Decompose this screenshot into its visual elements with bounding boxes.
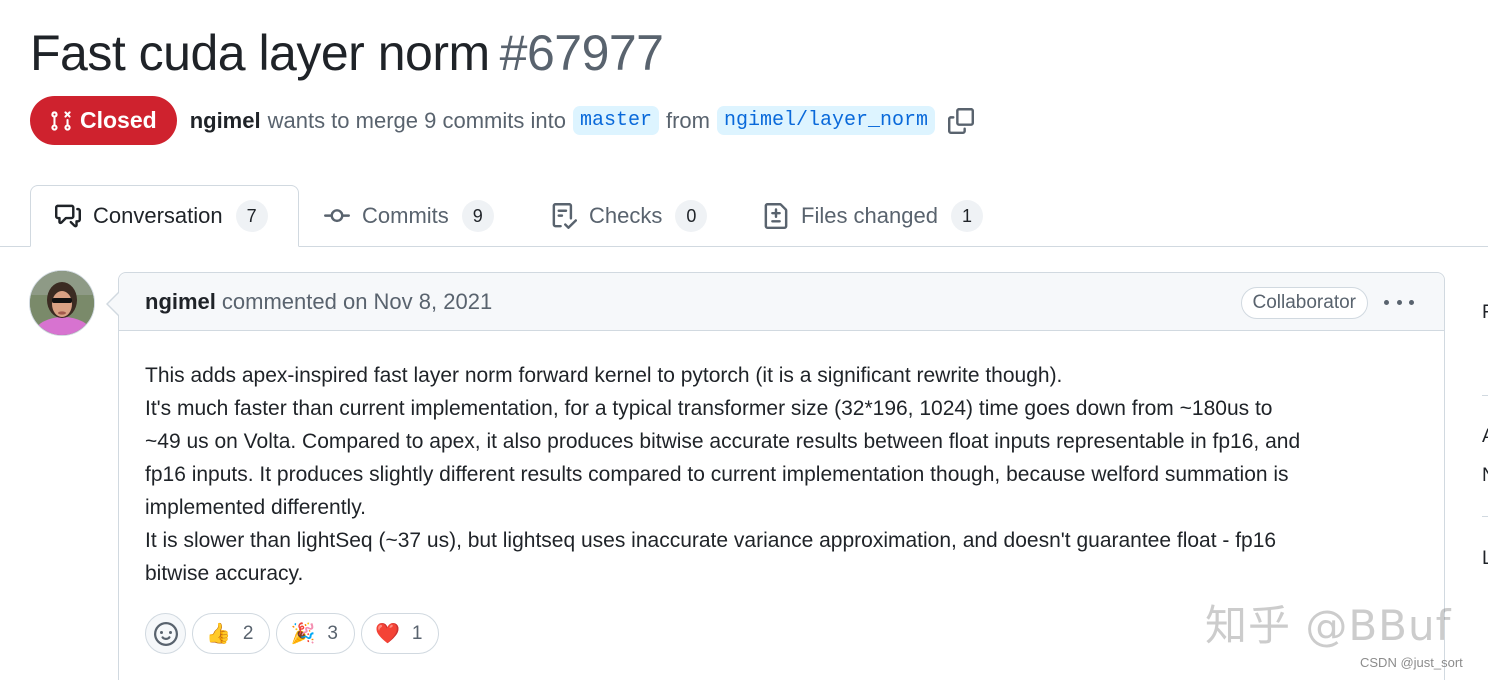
pr-author-link[interactable]: ngimel — [190, 108, 261, 134]
base-branch-link[interactable]: master — [572, 106, 659, 135]
tab-commits-label: Commits — [362, 203, 449, 228]
comment-line: It is slower than lightSeq (~37 us), but… — [145, 529, 1277, 552]
git-commit-icon — [324, 203, 350, 229]
comment-body: This adds apex-inspired fast layer norm … — [145, 359, 1425, 590]
checklist-icon — [551, 203, 577, 229]
heart-icon: ❤️ — [374, 623, 400, 645]
reaction-count: 3 — [327, 622, 338, 644]
thumbs-up-icon: 👍 — [206, 623, 231, 645]
reaction-hooray[interactable]: 🎉 3 — [276, 613, 355, 654]
copy-icon[interactable] — [948, 107, 974, 134]
pr-meta-row: Closed ngimel wants to merge 9 commits i… — [30, 96, 974, 145]
sidebar-partial-char: L — [1482, 548, 1488, 569]
tab-files-changed-label: Files changed — [801, 203, 938, 228]
watermark-csdn: CSDN @just_sort — [1360, 655, 1463, 670]
tab-files-changed-count: 1 — [950, 200, 983, 232]
pr-number: #67977 — [499, 25, 664, 81]
tab-commits[interactable]: Commits 9 — [324, 185, 494, 247]
comment-line: fp16 inputs. It produces slightly differ… — [145, 463, 1289, 486]
pr-title-text: Fast cuda layer norm — [30, 25, 490, 81]
sidebar-partial-char: A — [1482, 426, 1488, 448]
from-text: from — [665, 107, 710, 133]
file-diff-icon — [763, 203, 789, 229]
comment-line: bitwise accuracy. — [145, 562, 304, 585]
sidebar-partial: F A N L — [1482, 0, 1488, 680]
tab-checks-label: Checks — [589, 203, 663, 228]
sidebar-divider — [1482, 516, 1488, 517]
party-popper-icon: 🎉 — [290, 623, 316, 645]
pr-tabs: Conversation 7 Commits 9 Checks 0 Files … — [0, 185, 1488, 247]
comment-pointer-fill — [108, 293, 119, 315]
watermark-zhihu: 知乎 @BBuf — [1205, 601, 1452, 650]
head-branch-link[interactable]: ngimel/layer_norm — [716, 106, 935, 135]
comment-line: It's much faster than current implementa… — [145, 397, 1273, 420]
comment-line: implemented differently. — [145, 496, 367, 519]
state-label: Closed — [80, 107, 157, 133]
kebab-horizontal-icon[interactable] — [1384, 290, 1414, 314]
comment-discussion-icon — [55, 203, 81, 229]
tab-files-changed[interactable]: Files changed 1 — [763, 185, 983, 247]
reaction-heart[interactable]: ❤️ 1 — [360, 613, 440, 654]
reaction-count: 2 — [242, 622, 254, 644]
avatar[interactable] — [29, 270, 95, 336]
user-avatar-image — [30, 271, 94, 335]
reaction-thumbs-up[interactable]: 👍 2 — [192, 613, 271, 654]
comment-header: ngimel commented on Nov 8, 2021 Collabor… — [119, 273, 1444, 331]
tab-conversation-count: 7 — [235, 200, 268, 232]
add-reaction-button[interactable] — [145, 613, 186, 654]
state-badge: Closed — [30, 96, 177, 145]
tab-checks-count: 0 — [675, 200, 708, 232]
tab-commits-count: 9 — [461, 200, 494, 232]
tab-checks[interactable]: Checks 0 — [551, 185, 708, 247]
smiley-icon — [153, 621, 178, 646]
collaborator-badge: Collaborator — [1240, 287, 1368, 319]
merge-info: ngimel wants to merge 9 commits into mas… — [190, 106, 974, 135]
reaction-count: 1 — [411, 622, 423, 644]
git-pull-request-closed-icon — [51, 110, 71, 131]
tab-conversation-label: Conversation — [93, 203, 223, 228]
tab-conversation[interactable]: Conversation 7 — [30, 185, 299, 247]
comment-line: ~49 us on Volta. Compared to apex, it al… — [145, 430, 1301, 453]
sidebar-partial-char: N — [1482, 465, 1488, 487]
pr-title: Fast cuda layer norm #67977 — [30, 24, 664, 82]
comment-author-link[interactable]: ngimel — [145, 289, 216, 315]
sidebar-partial-char: F — [1482, 302, 1488, 323]
reactions-bar: 👍 2 🎉 3 ❤️ 1 — [145, 613, 440, 654]
merge-text: wants to merge 9 commits into — [267, 107, 566, 133]
comment-line: This adds apex-inspired fast layer norm … — [145, 364, 1063, 387]
comment-timestamp[interactable]: commented on Nov 8, 2021 — [222, 289, 492, 315]
sidebar-divider — [1482, 395, 1488, 396]
